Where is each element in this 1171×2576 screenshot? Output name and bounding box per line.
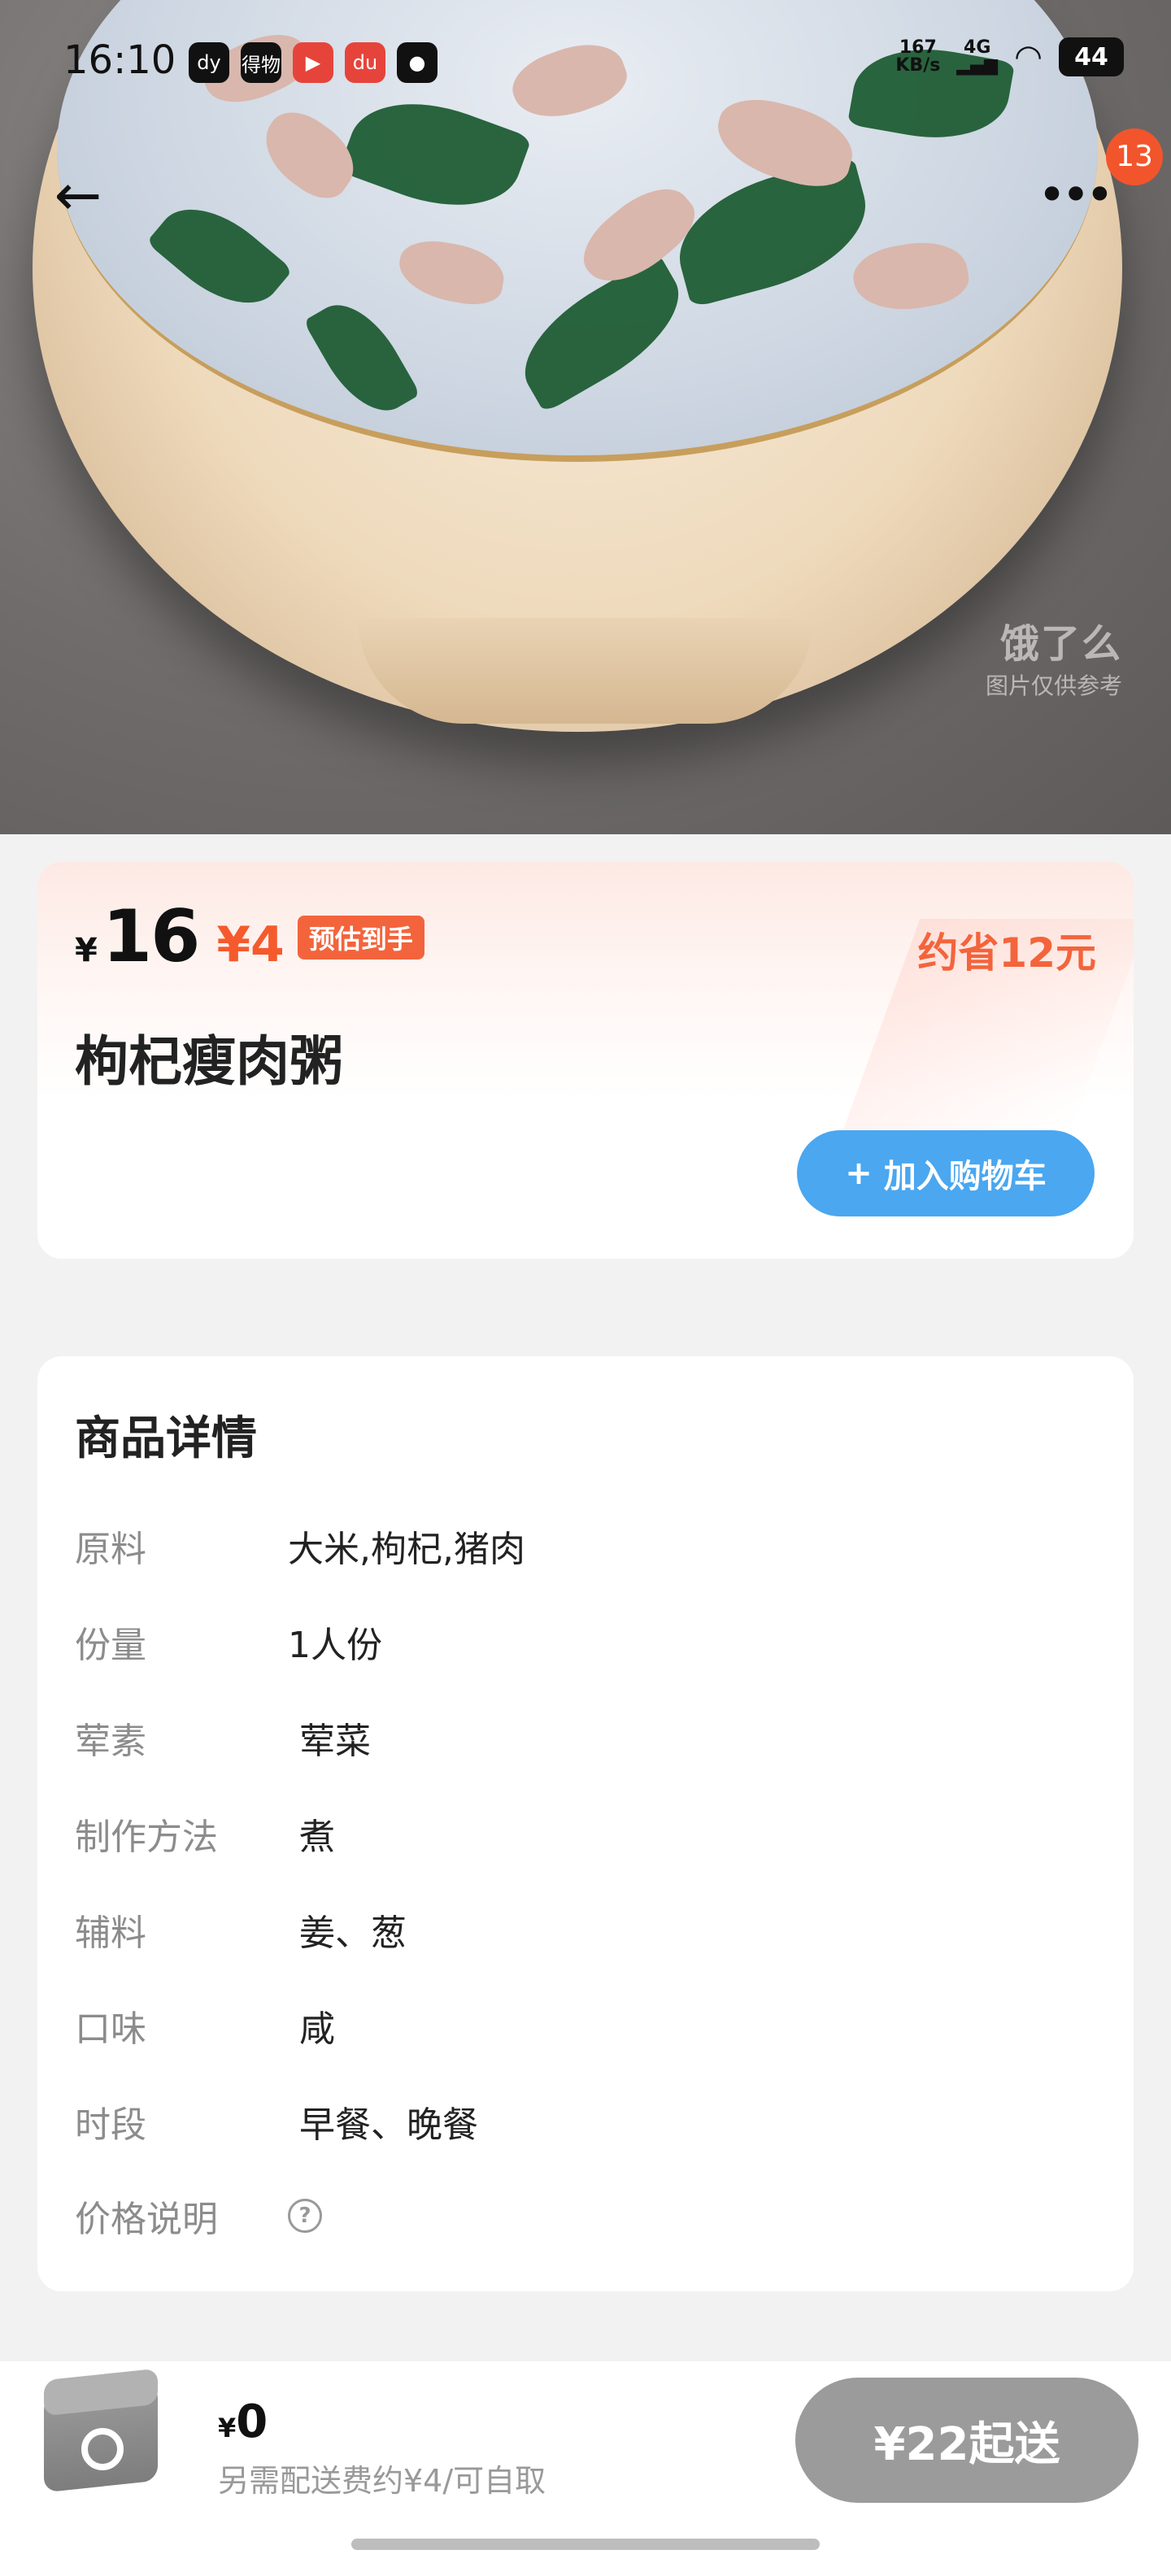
- detail-row-ingredients: 原料 大米,枸杞,猪肉: [75, 1517, 525, 1574]
- detail-row-meat-veg: 荤素 荤菜: [75, 1709, 371, 1766]
- detail-value: 煮: [299, 1817, 335, 1858]
- checkout-button[interactable]: ¥22起送: [795, 2378, 1138, 2503]
- bowl-foot-graphic: [358, 618, 813, 724]
- cart-total: ¥0: [218, 2395, 268, 2448]
- watermark: 饿了么 图片仅供参考: [986, 611, 1122, 701]
- detail-key: 制作方法: [75, 1817, 218, 1858]
- original-price: 16: [102, 894, 200, 978]
- detail-key: 份量: [75, 1625, 146, 1666]
- detail-value: 荤菜: [299, 1721, 371, 1762]
- product-title: 枸杞瘦肉粥: [75, 1030, 343, 1093]
- network-speed-unit: KB/s: [895, 55, 941, 76]
- estimated-price-tag: 预估到手: [297, 916, 424, 959]
- help-icon[interactable]: ?: [288, 2199, 322, 2233]
- plus-icon: +: [845, 1155, 873, 1192]
- add-to-cart-label: 加入购物车: [883, 1158, 1047, 1195]
- detail-row-time: 时段 早餐、晚餐: [75, 2093, 478, 2150]
- watermark-note: 图片仅供参考: [985, 672, 1122, 699]
- system-icons: 167 KB/s 4G ▂▄▆ ◠ 44: [895, 37, 1124, 76]
- detail-row-method: 制作方法 煮: [75, 1805, 335, 1862]
- network-speed: 167 KB/s: [895, 39, 940, 75]
- video-app-icon: ▶: [293, 42, 333, 83]
- detail-row-price-note: 价格说明 ?: [75, 2187, 322, 2244]
- douyin-icon: dy: [189, 42, 229, 83]
- detail-key: 辅料: [75, 1912, 146, 1954]
- network-speed-value: 167: [899, 37, 937, 58]
- cart-amount: 0: [236, 2395, 268, 2448]
- detail-value: 姜、葱: [299, 1912, 407, 1954]
- notification-app-icons: dy 得物 ▶ du ●: [189, 42, 437, 83]
- map-pin-icon: du: [345, 42, 385, 83]
- detail-value: 早餐、晚餐: [299, 2104, 478, 2146]
- savings-text: 约省12元: [917, 929, 1096, 977]
- details-title: 商品详情: [75, 1412, 257, 1465]
- product-details-card: 商品详情 原料 大米,枸杞,猪肉 份量 1人份 荤素 荤菜 制作方法 煮 辅料 …: [37, 1356, 1134, 2291]
- status-time: 16:10: [63, 37, 176, 83]
- currency-symbol: ¥: [75, 932, 98, 969]
- detail-key: 价格说明: [75, 2199, 218, 2240]
- detail-key: 口味: [75, 2008, 146, 2050]
- record-icon: ●: [397, 42, 437, 83]
- back-arrow-icon[interactable]: ←: [46, 163, 111, 228]
- status-bar: 16:10 dy 得物 ▶ du ● 167 KB/s 4G ▂▄▆ ◠ 44: [0, 33, 1171, 98]
- battery-icon: 44: [1059, 37, 1124, 76]
- detail-key: 时段: [75, 2104, 146, 2146]
- detail-row-accessories: 辅料 姜、葱: [75, 1901, 407, 1958]
- detail-key: 原料: [75, 1529, 146, 1570]
- price-row: ¥ 16 ¥4 预估到手: [75, 894, 424, 978]
- detail-key: 荤素: [75, 1721, 146, 1762]
- detail-value: 大米,枸杞,猪肉: [288, 1529, 525, 1570]
- delivery-fee-note: 另需配送费约¥4/可自取: [218, 2463, 546, 2499]
- signal-icon: 4G ▂▄▆: [956, 37, 999, 76]
- price-card: ¥ 16 ¥4 预估到手 约省12元 枸杞瘦肉粥 + 加入购物车: [37, 862, 1134, 1259]
- cart-currency: ¥: [218, 2413, 237, 2443]
- wifi-icon: ◠: [1014, 38, 1043, 76]
- watermark-brand: 饿了么: [999, 621, 1122, 667]
- detail-value: 咸: [299, 2008, 335, 2050]
- network-type: 4G: [964, 37, 991, 58]
- cart-box-icon[interactable]: [37, 2368, 168, 2496]
- message-badge[interactable]: 13: [1106, 128, 1163, 185]
- more-dots-icon[interactable]: •••: [1033, 163, 1114, 228]
- home-indicator[interactable]: [351, 2539, 820, 2550]
- dewu-icon: 得物: [241, 42, 281, 83]
- detail-row-portion: 份量 1人份: [75, 1613, 382, 1670]
- add-to-cart-button[interactable]: + 加入购物车: [797, 1130, 1095, 1216]
- detail-value: 1人份: [288, 1625, 382, 1666]
- detail-row-flavor: 口味 咸: [75, 1997, 335, 2054]
- discount-price: ¥4: [216, 916, 285, 973]
- product-image: 饿了么 图片仅供参考: [0, 0, 1171, 834]
